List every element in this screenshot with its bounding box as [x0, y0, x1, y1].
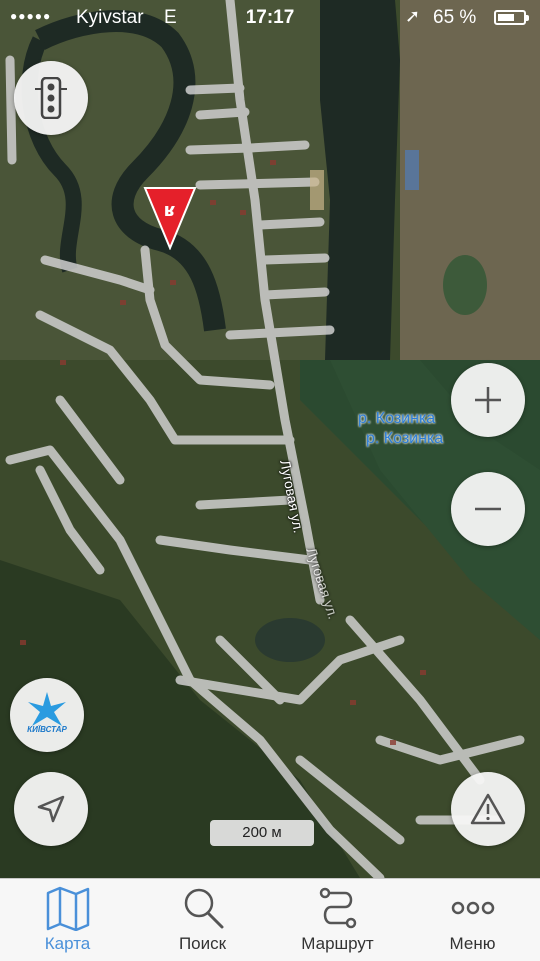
map-pin[interactable]: ʁ	[143, 186, 197, 255]
river-label: р. Козинка	[366, 430, 444, 447]
tab-label: Меню	[449, 934, 496, 953]
plus-icon	[475, 387, 501, 413]
zoom-out-button[interactable]	[451, 472, 525, 546]
scale-bar: 200 м	[210, 820, 314, 846]
tab-search[interactable]: Поиск	[135, 879, 270, 961]
battery-icon	[494, 10, 529, 25]
river-label: р. Козинка	[358, 410, 436, 427]
kyivstar-logo-text: КИЇВСТАР	[27, 725, 67, 734]
traffic-button[interactable]	[14, 61, 88, 135]
warning-triangle-icon	[470, 793, 506, 825]
locate-me-button[interactable]	[14, 772, 88, 846]
tab-bar: Карта Поиск Маршрут Меню	[0, 878, 540, 961]
tab-menu[interactable]: Меню	[405, 879, 540, 961]
pin-marker-icon: ʁ	[143, 187, 197, 251]
more-icon	[451, 901, 494, 915]
map-icon	[46, 886, 89, 931]
satellite-imagery	[0, 0, 540, 878]
minus-icon	[475, 507, 501, 511]
location-arrow-icon: ➚	[405, 6, 421, 26]
tab-label: Карта	[44, 934, 91, 953]
route-icon	[319, 887, 356, 929]
kyivstar-star-icon	[28, 692, 66, 726]
zoom-in-button[interactable]	[451, 363, 525, 437]
tab-map[interactable]: Карта	[0, 879, 135, 961]
kyivstar-button[interactable]: КИЇВСТАР	[10, 678, 84, 752]
map-view[interactable]: ●●●●● Kyivstar E 17:17 ➚ 65 % ʁ р. Козин…	[0, 0, 540, 878]
tab-label: Поиск	[178, 934, 227, 953]
svg-text:ʁ: ʁ	[164, 200, 176, 221]
navigation-arrow-icon	[37, 795, 65, 823]
status-bar: ●●●●● Kyivstar E 17:17 ➚ 65 %	[0, 0, 540, 36]
report-button[interactable]	[451, 772, 525, 846]
battery-percent: 65 %	[433, 7, 477, 28]
traffic-light-icon	[35, 77, 67, 119]
search-icon	[184, 888, 223, 929]
tab-route[interactable]: Маршрут	[270, 879, 405, 961]
tab-label: Маршрут	[301, 934, 374, 953]
